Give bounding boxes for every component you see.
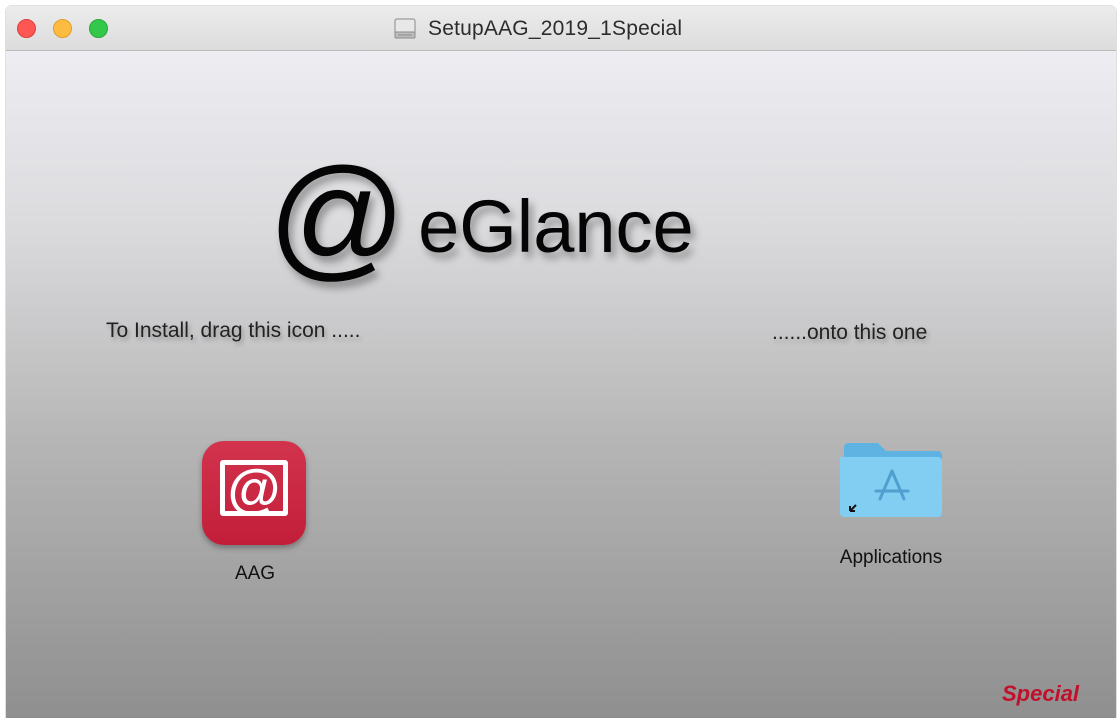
instruction-left: To Install, drag this icon ..... (106, 319, 361, 342)
installer-background: @ eGlance To Install, drag this icon ...… (6, 51, 1116, 718)
logo-text: eGlance (418, 184, 694, 268)
zoom-button[interactable] (89, 19, 108, 38)
title-bar[interactable]: SetupAAG_2019_1Special (6, 6, 1116, 51)
aag-icon-glyph: @ (227, 459, 281, 519)
applications-label[interactable]: Applications (806, 547, 976, 569)
close-button[interactable] (17, 19, 36, 38)
logo-at-symbol: @ (268, 140, 407, 292)
aag-app-label[interactable]: AAG (220, 563, 290, 585)
aag-app-icon[interactable]: @ (202, 441, 306, 545)
instruction-right: ......onto this one (772, 321, 928, 344)
special-badge: Special (1002, 681, 1080, 706)
installer-window: SetupAAG_2019_1Special @ eGlance To Inst… (6, 6, 1116, 718)
window-title-group: SetupAAG_2019_1Special (392, 16, 682, 42)
disk-image-icon (394, 18, 416, 39)
window-title: SetupAAG_2019_1Special (428, 17, 683, 40)
minimize-button[interactable] (53, 19, 72, 38)
applications-folder-icon[interactable] (836, 433, 946, 523)
eglance-logo: @ eGlance (268, 140, 694, 292)
